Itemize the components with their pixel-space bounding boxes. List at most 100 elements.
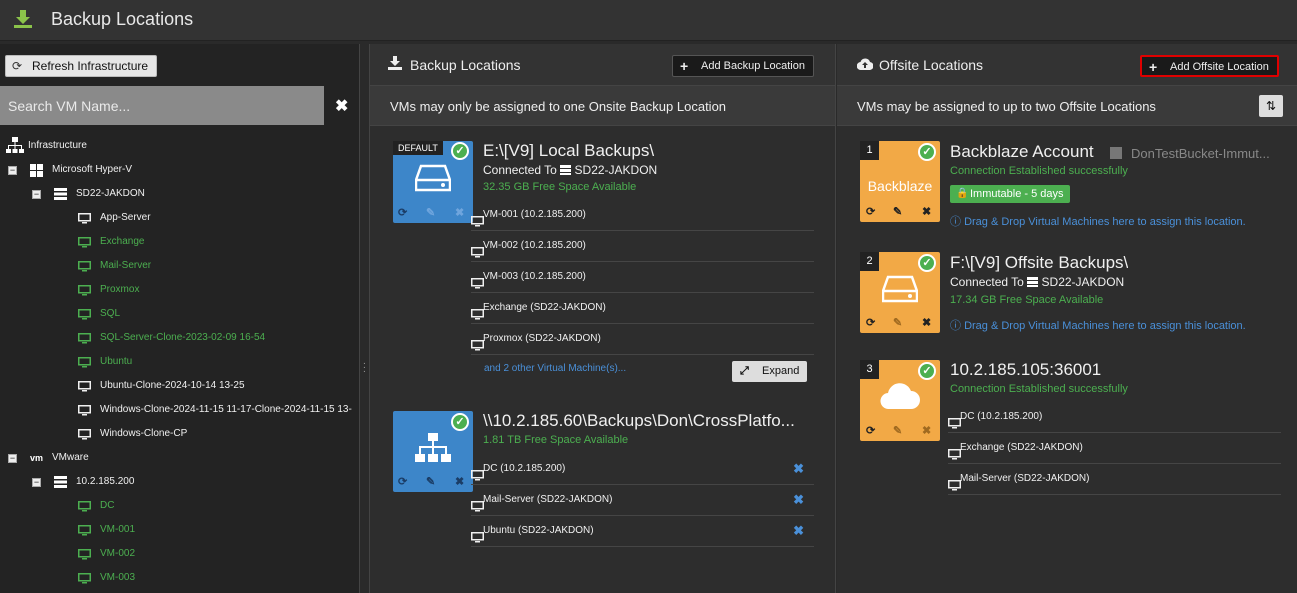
delete-icon[interactable]: ✖ [922, 316, 931, 329]
tree-vm-item[interactable]: App-Server [78, 208, 359, 228]
drag-drop-hint-text: Drag & Drop Virtual Machines here to ass… [964, 320, 1246, 332]
location-title: F:\[V9] Offsite Backups\ [950, 253, 1129, 272]
expand-button[interactable]: ⤢ Expand [732, 361, 808, 382]
search-vm-input[interactable] [0, 86, 324, 125]
sort-order-icon[interactable]: ⇅ [1259, 95, 1283, 117]
delete-icon[interactable]: ✖ [455, 475, 464, 488]
refresh-icon[interactable]: ⟳ [866, 424, 875, 437]
collapse-toggle-icon[interactable]: − [8, 166, 17, 175]
assigned-vm-row[interactable]: Ubuntu (SD22-JAKDON) ✖ [471, 516, 814, 547]
assigned-vm-row[interactable]: DC (10.2.185.200) ✖ [471, 454, 814, 485]
refresh-icon[interactable]: ⟳ [398, 475, 407, 488]
backup-locations-header: Backup Locations + Add Backup Location [370, 44, 835, 86]
delete-icon[interactable]: ✖ [922, 424, 931, 437]
refresh-icon: ⟳ [12, 59, 23, 73]
tree-vm-item[interactable]: VM-003 [78, 568, 359, 588]
refresh-icon[interactable]: ⟳ [866, 316, 875, 329]
backblaze-logo-text: Backblaze [867, 178, 933, 194]
edit-icon[interactable]: ✎ [426, 206, 435, 219]
monitor-icon [471, 216, 484, 227]
assigned-vm-row[interactable]: VM-001 (10.2.185.200) [471, 200, 814, 231]
assigned-vm-row[interactable]: Exchange (SD22-JAKDON) [948, 433, 1281, 464]
remove-vm-icon[interactable]: ✖ [793, 516, 804, 546]
offsite-locations-header: Offsite Locations + Add Offsite Location [837, 44, 1297, 86]
tree-vm-label: SQL-Server-Clone-2023-02-09 16-54 [100, 332, 266, 343]
more-vms-link[interactable]: and 2 other Virtual Machine(s)... [484, 363, 626, 374]
delete-icon[interactable]: ✖ [922, 205, 931, 218]
tree-vm-item[interactable]: Exchange [78, 232, 359, 252]
monitor-icon [78, 525, 91, 536]
collapse-toggle-icon[interactable]: − [8, 454, 17, 463]
check-circle-icon: ✓ [918, 362, 936, 380]
tree-root[interactable]: Infrastructure [6, 136, 346, 156]
tree-vm-label: Exchange [100, 236, 145, 247]
tree-vm-item[interactable]: VM-002 [78, 544, 359, 564]
remove-vm-icon[interactable]: ✖ [793, 454, 804, 484]
tree-node-hyperv[interactable]: − Microsoft Hyper-V [8, 160, 348, 180]
monitor-icon [78, 381, 91, 392]
refresh-infrastructure-button[interactable]: ⟳ Refresh Infrastructure [5, 55, 158, 77]
clear-search-icon[interactable]: ✖ [335, 96, 348, 116]
assigned-vm-row[interactable]: Mail-Server (SD22-JAKDON) ✖ [471, 485, 814, 516]
tree-vm-item[interactable]: SQL [78, 304, 359, 324]
assigned-vm-row[interactable]: Proxmox (SD22-JAKDON) [471, 324, 814, 355]
tree-node-host[interactable]: − SD22-JAKDON [32, 184, 352, 204]
monitor-icon [78, 261, 91, 272]
edit-icon[interactable]: ✎ [426, 475, 435, 488]
tree-node-vmware-host[interactable]: − 10.2.185.200 [32, 472, 352, 492]
edit-icon[interactable]: ✎ [893, 424, 902, 437]
tree-vm-item[interactable]: Proxmox [78, 280, 359, 300]
tree-vm-item[interactable]: Mail-Server [78, 256, 359, 276]
tree-vm-label: Windows-Clone-CP [100, 428, 188, 439]
offsite-locations-title: Offsite Locations [879, 57, 984, 73]
refresh-icon[interactable]: ⟳ [398, 206, 407, 219]
connected-prefix: Connected To [950, 275, 1024, 289]
panel-resize-handle[interactable]: ... [363, 357, 366, 375]
expand-icon: ⤢ [740, 365, 749, 377]
cloud-icon [880, 383, 920, 410]
location-title: E:\[V9] Local Backups\ [483, 141, 655, 160]
monitor-icon [471, 278, 484, 289]
tree-vm-item[interactable]: Ubuntu-Clone-2024-10-14 13-25 [78, 376, 359, 396]
monitor-icon [948, 449, 961, 460]
server-icon [1027, 277, 1039, 287]
tree-vm-item[interactable]: DC [78, 496, 359, 516]
priority-number: 2 [860, 252, 879, 271]
server-icon [54, 188, 67, 200]
tree-vm-item[interactable]: Ubuntu [78, 352, 359, 372]
tree-node-vmware[interactable]: − vm VMware [8, 448, 348, 468]
monitor-icon [471, 309, 484, 320]
add-offsite-location-button[interactable]: + Add Offsite Location [1140, 55, 1279, 77]
drag-drop-hint-text: Drag & Drop Virtual Machines here to ass… [964, 216, 1246, 228]
tree-vm-label: Proxmox [100, 284, 140, 295]
default-badge: DEFAULT [393, 141, 443, 155]
location-title: Backblaze Account [950, 142, 1094, 161]
priority-number: 1 [860, 141, 879, 160]
download-icon [14, 10, 32, 28]
edit-icon[interactable]: ✎ [893, 205, 902, 218]
collapse-toggle-icon[interactable]: − [32, 478, 41, 487]
refresh-icon[interactable]: ⟳ [866, 205, 875, 218]
assigned-vm-row[interactable]: VM-002 (10.2.185.200) [471, 231, 814, 262]
free-space: 32.35 GB Free Space Available [483, 181, 637, 193]
tree-vm-item[interactable]: VM-001 [78, 520, 359, 540]
connected-prefix: Connected To [483, 163, 557, 177]
add-backup-location-button[interactable]: + Add Backup Location [672, 55, 814, 77]
refresh-label: Refresh Infrastructure [32, 59, 149, 73]
assigned-vm-row[interactable]: DC (10.2.185.200) [948, 402, 1281, 433]
tree-vm-item[interactable]: Windows-Clone-CP [78, 424, 359, 444]
tree-vm-label: Ubuntu-Clone-2024-10-14 13-25 [100, 380, 245, 391]
remove-vm-icon[interactable]: ✖ [793, 485, 804, 515]
monitor-icon [78, 357, 91, 368]
vmware-icon: vm [30, 453, 44, 463]
edit-icon[interactable]: ✎ [893, 316, 902, 329]
tree-vm-item[interactable]: Windows-Clone-2024-11-15 11-17-Clone-202… [78, 400, 359, 420]
collapse-toggle-icon[interactable]: − [32, 190, 41, 199]
tree-vm-label: Ubuntu [100, 356, 133, 367]
assigned-vm-row[interactable]: Exchange (SD22-JAKDON) [471, 293, 814, 324]
tree-vm-item[interactable]: SQL-Server-Clone-2023-02-09 16-54 [78, 328, 359, 348]
assigned-vm-label: Exchange (SD22-JAKDON) [483, 302, 606, 313]
delete-icon[interactable]: ✖ [455, 206, 464, 219]
assigned-vm-row[interactable]: Mail-Server (SD22-JAKDON) [948, 464, 1281, 495]
assigned-vm-row[interactable]: VM-003 (10.2.185.200) [471, 262, 814, 293]
